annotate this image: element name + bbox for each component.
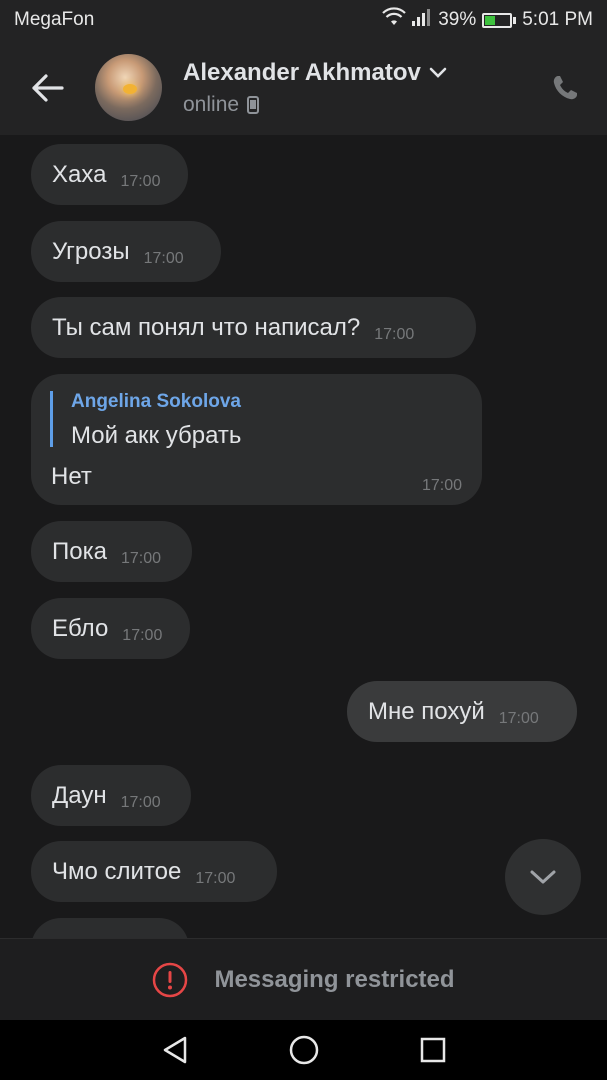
reply-message-bubble[interactable]: Angelina Sokolova Мой акк убрать Нет 17:…: [31, 374, 482, 505]
quote-author: Angelina Sokolova: [71, 391, 241, 412]
phone-call-icon: [553, 76, 577, 100]
message-text: Нет: [51, 463, 92, 490]
message-time: 17:00: [120, 793, 161, 811]
quote-text: Мой акк убрать: [71, 422, 242, 449]
message-time: 17:00: [421, 477, 462, 494]
message-time: 17:00: [195, 869, 236, 887]
messaging-restricted-bar: Messaging restricted: [0, 938, 607, 1020]
outgoing-message-bubble[interactable]: Мне похуй 17:00: [347, 681, 577, 742]
avatar[interactable]: [95, 54, 162, 121]
clock: 5:01 PM: [522, 9, 593, 30]
contact-status: online: [183, 92, 240, 116]
phone-device-icon: [247, 95, 260, 114]
message-text: Угрозы: [52, 237, 130, 265]
message-bubble[interactable]: Ты сам понял что написал? 17:00: [31, 297, 476, 358]
message-text: Даун: [52, 781, 107, 809]
battery-icon: [482, 12, 517, 28]
message-bubble[interactable]: Ебло 17:00: [31, 598, 190, 659]
message-time: 17:00: [374, 325, 415, 343]
message-text: Ты сам понял что написал?: [52, 313, 361, 341]
message-text: Чмо слитое: [52, 857, 182, 885]
nav-home-button[interactable]: [282, 1028, 326, 1072]
arrow-left-icon: [32, 73, 64, 102]
chevron-down-icon: [530, 870, 556, 884]
back-button[interactable]: [17, 58, 77, 118]
call-button[interactable]: [545, 68, 585, 108]
message-bubble[interactable]: Даун 17:00: [31, 765, 191, 826]
message-time: 17:00: [122, 626, 163, 644]
message-text: Пока: [52, 537, 107, 565]
message-bubble[interactable]: Хаха 17:00: [31, 144, 188, 205]
restricted-text: Messaging restricted: [214, 965, 455, 993]
message-text: Мне похуй: [368, 697, 485, 725]
triangle-back-icon: [163, 1036, 186, 1064]
reply-quote[interactable]: Angelina Sokolova Мой акк убрать: [50, 391, 242, 449]
message-bubble[interactable]: Угрозы 17:00: [31, 221, 221, 282]
contact-info[interactable]: Alexander Akhmatov online: [183, 59, 447, 117]
message-bubble[interactable]: Пока 17:00: [31, 521, 192, 582]
status-right: 39% 5:01 PM: [382, 7, 593, 33]
status-bar: MegaFon 39% 5:01 PM: [0, 0, 607, 40]
wifi-icon: [382, 7, 406, 33]
message-time: 17:00: [120, 172, 161, 190]
message-time: 17:00: [498, 709, 539, 727]
exclamation-circle-icon: [153, 962, 188, 997]
signal-icon: [412, 8, 432, 32]
message-time: 17:00: [120, 549, 162, 567]
message-bubble-partial[interactable]: [31, 918, 189, 938]
contact-name: Alexander Akhmatov: [183, 58, 421, 86]
scroll-down-button[interactable]: [505, 839, 581, 915]
nav-back-button[interactable]: [153, 1028, 197, 1072]
square-recents-icon: [420, 1037, 445, 1063]
system-nav-bar: [0, 1020, 607, 1080]
message-time: 17:00: [143, 249, 184, 267]
battery-percent: 39%: [438, 9, 477, 30]
message-text: Ебло: [52, 614, 109, 642]
message-text: Хаха: [52, 160, 107, 188]
message-list[interactable]: Хаха 17:00 Угрозы 17:00 Ты сам понял что…: [0, 135, 607, 938]
carrier-name: MegaFon: [14, 9, 95, 30]
message-bubble[interactable]: Чмо слитое 17:00: [31, 841, 277, 902]
battery-fill: [485, 15, 495, 25]
circle-home-icon: [289, 1035, 318, 1065]
chevron-down-icon: [429, 67, 447, 78]
chat-header: Alexander Akhmatov online: [0, 40, 607, 135]
nav-recents-button[interactable]: [411, 1028, 455, 1072]
